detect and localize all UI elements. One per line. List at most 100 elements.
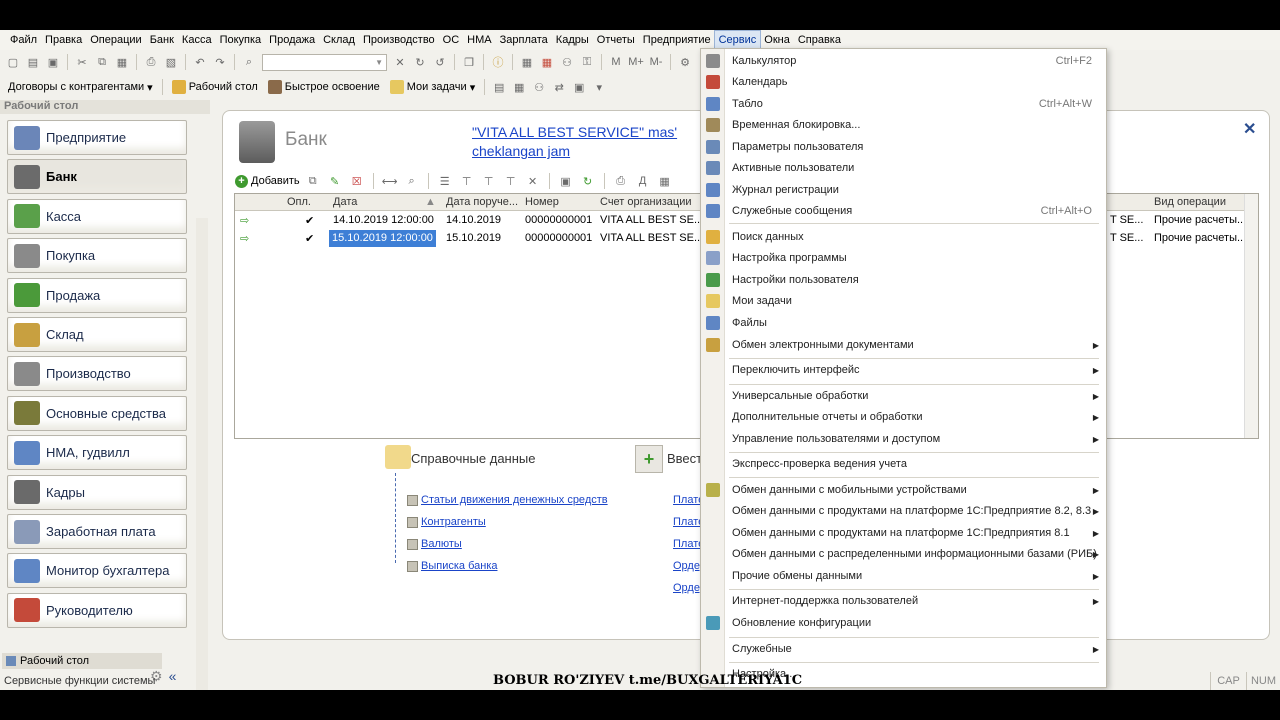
- service-menu-item[interactable]: Поиск данных: [701, 227, 1106, 247]
- find-icon[interactable]: ⌕: [240, 53, 258, 71]
- filter-off-icon[interactable]: ⊤: [502, 172, 520, 190]
- copy-row-icon[interactable]: ⧉: [304, 172, 322, 190]
- bank-statement-link[interactable]: Выписка банка: [421, 560, 497, 572]
- preview-icon[interactable]: ▧: [162, 53, 180, 71]
- delete-icon[interactable]: ☒: [348, 172, 366, 190]
- service-menu-item[interactable]: Обмен данными с распределенными информац…: [701, 544, 1106, 564]
- service-menu-item[interactable]: Прочие обмены данными ▶: [701, 566, 1106, 586]
- post-icon[interactable]: ▣: [557, 172, 575, 190]
- nav-item[interactable]: Касса: [7, 198, 187, 234]
- undo-icon[interactable]: ↶: [191, 53, 209, 71]
- print-icon[interactable]: ⎙: [142, 53, 160, 71]
- memory-minus-icon[interactable]: M-: [647, 53, 665, 71]
- service-menu-item[interactable]: Управление пользователями и доступом ▶: [701, 429, 1106, 449]
- edit-icon[interactable]: ✎: [326, 172, 344, 190]
- taskbar-tab-desktop[interactable]: Рабочий стол: [2, 653, 162, 669]
- calendar-toolbar-icon[interactable]: ▦: [538, 53, 556, 71]
- service-menu-item[interactable]: Табло Ctrl+Alt+W: [701, 94, 1106, 114]
- service-menu-item[interactable]: Временная блокировка...: [701, 115, 1106, 135]
- redo-icon[interactable]: ↷: [211, 53, 229, 71]
- left-scrollbar[interactable]: [196, 218, 208, 690]
- search-combo[interactable]: ▼: [262, 53, 387, 71]
- structure-icon[interactable]: ▦: [656, 172, 674, 190]
- service-menu-item[interactable]: Экспресс-проверка ведения учета: [701, 454, 1106, 474]
- org-icon[interactable]: ⚇: [530, 78, 548, 96]
- menu-2[interactable]: Операции: [86, 31, 145, 49]
- calculator-toolbar-icon[interactable]: ▦: [518, 53, 536, 71]
- my-tasks-button[interactable]: Мои задачи ▾: [386, 80, 479, 94]
- filter-set-icon[interactable]: ⊤: [480, 172, 498, 190]
- service-menu-item[interactable]: Обмен электронными документами ▶: [701, 335, 1106, 355]
- service-menu-item[interactable]: Дополнительные отчеты и обработки ▶: [701, 407, 1106, 427]
- nav-item[interactable]: Руководителю: [7, 592, 187, 628]
- close-icon[interactable]: ✕: [1243, 119, 1256, 139]
- contracts-dropdown[interactable]: Договоры с контрагентами ▾: [4, 81, 157, 94]
- payment-date-column-header[interactable]: Дата поруче...: [446, 196, 518, 208]
- service-menu-item[interactable]: Обмен данными с мобильными устройствами ▶: [701, 480, 1106, 500]
- table-scrollbar[interactable]: [1244, 194, 1258, 438]
- tools-icon[interactable]: ⚙: [676, 53, 694, 71]
- menu-0[interactable]: Файл: [6, 31, 41, 49]
- save-icon[interactable]: ▣: [44, 53, 62, 71]
- quick-learning-button[interactable]: Быстрое освоение: [264, 80, 384, 94]
- lock-toolbar-icon[interactable]: ⚿: [578, 53, 596, 71]
- refresh-icon[interactable]: ↻: [579, 172, 597, 190]
- number-column-header[interactable]: Номер: [525, 196, 559, 208]
- menu-5[interactable]: Покупка: [216, 31, 266, 49]
- nav-item[interactable]: Заработная плата: [7, 514, 187, 549]
- more-icon[interactable]: ▾: [590, 78, 608, 96]
- nav-item[interactable]: Продажа: [7, 277, 187, 313]
- service-menu-item[interactable]: Служебные сообщения Ctrl+Alt+O: [701, 201, 1106, 221]
- menu-10[interactable]: НМА: [463, 31, 495, 49]
- memory-m-icon[interactable]: M: [607, 53, 625, 71]
- nav-item[interactable]: Монитор бухгалтера: [7, 553, 187, 589]
- nav-item[interactable]: Банк: [7, 159, 187, 195]
- service-menu-item[interactable]: Интернет-поддержка пользователей ▶: [701, 591, 1106, 611]
- service-menu-item[interactable]: Мои задачи: [701, 291, 1106, 311]
- nav-item[interactable]: Предприятие: [7, 120, 187, 155]
- filter-icon[interactable]: ⊤: [458, 172, 476, 190]
- service-menu-item[interactable]: Параметры пользователя: [701, 137, 1106, 157]
- paste-icon[interactable]: ▦: [113, 53, 131, 71]
- report-icon[interactable]: ▤: [490, 78, 508, 96]
- service-menu-item[interactable]: Калькулятор Ctrl+F2: [701, 51, 1106, 71]
- menu-15[interactable]: Сервис: [713, 30, 762, 50]
- currencies-link[interactable]: Валюты: [421, 538, 462, 550]
- service-menu-item[interactable]: Активные пользователи: [701, 158, 1106, 178]
- menu-1[interactable]: Правка: [41, 31, 86, 49]
- menu-9[interactable]: ОС: [439, 31, 464, 49]
- nav-item[interactable]: Производство: [7, 356, 187, 392]
- nav-item[interactable]: НМА, гудвилл: [7, 435, 187, 471]
- menu-13[interactable]: Отчеты: [593, 31, 639, 49]
- nav-item[interactable]: Кадры: [7, 474, 187, 510]
- service-menu-item[interactable]: Настройка программы: [701, 248, 1106, 268]
- nav-item[interactable]: Склад: [7, 317, 187, 352]
- menu-11[interactable]: Зарплата: [496, 31, 552, 49]
- menu-14[interactable]: Предприятие: [639, 31, 715, 49]
- service-menu-item[interactable]: Универсальные обработки ▶: [701, 386, 1106, 406]
- new-document-icon[interactable]: ▢: [4, 53, 22, 71]
- bank-toolbar-icon[interactable]: ▣: [570, 78, 588, 96]
- search-icon[interactable]: ⌕: [403, 172, 421, 190]
- organization-link[interactable]: "VITA ALL BEST SERVICE" mas' cheklangan …: [472, 123, 712, 161]
- print-doc-icon[interactable]: ⎙: [612, 172, 630, 190]
- interval-icon[interactable]: ⟷: [381, 172, 399, 190]
- service-menu-item[interactable]: Журнал регистрации: [701, 180, 1106, 200]
- paid-column-header[interactable]: Опл.: [287, 196, 311, 208]
- service-menu-item[interactable]: Настройки пользователя: [701, 270, 1106, 290]
- open-icon[interactable]: ▤: [24, 53, 42, 71]
- menu-3[interactable]: Банк: [146, 31, 178, 49]
- clear-search-icon[interactable]: ✕: [391, 53, 409, 71]
- find-next-icon[interactable]: ↻: [411, 53, 429, 71]
- menu-12[interactable]: Кадры: [552, 31, 593, 49]
- info-icon[interactable]: ⓘ: [489, 53, 507, 71]
- menu-6[interactable]: Продажа: [265, 31, 319, 49]
- menu-7[interactable]: Склад: [319, 31, 359, 49]
- add-button[interactable]: + Добавить: [235, 174, 300, 188]
- dt-kt-icon[interactable]: Д: [634, 172, 652, 190]
- exchange-icon[interactable]: ⇄: [550, 78, 568, 96]
- menu-17[interactable]: Справка: [794, 31, 845, 49]
- users-toolbar-icon[interactable]: ⚇: [558, 53, 576, 71]
- menu-4[interactable]: Касса: [178, 31, 216, 49]
- service-menu-item[interactable]: Служебные ▶: [701, 639, 1106, 659]
